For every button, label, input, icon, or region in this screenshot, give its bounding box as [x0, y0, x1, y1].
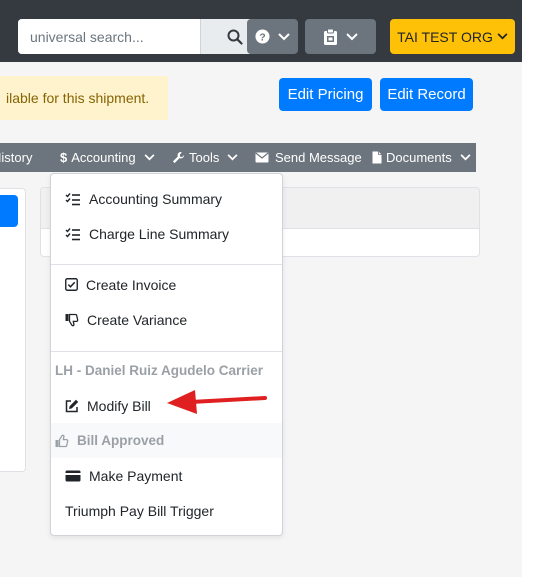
nav-documents[interactable]: Documents: [372, 143, 471, 172]
thumbs-up-icon: [55, 434, 69, 447]
clipboard-dropdown-button[interactable]: [305, 19, 376, 54]
credit-card-icon: [65, 470, 81, 481]
menu-accounting-summary[interactable]: Accounting Summary: [51, 181, 282, 216]
menu-carrier-header: LH - Daniel Ruiz Agudelo Carrier: [51, 353, 282, 388]
list-check-icon: [65, 227, 80, 240]
nav-tools-label: Tools: [189, 150, 220, 165]
menu-divider: [51, 264, 282, 265]
edit-icon: [65, 399, 79, 412]
envelope-icon: [255, 152, 269, 163]
nav-history-label: History: [0, 150, 33, 165]
menu-divider: [51, 351, 282, 352]
clipboard-icon: [324, 28, 337, 45]
menu-bill-approved-label: Bill Approved: [77, 433, 165, 448]
shipment-alert: ilable for this shipment.: [0, 76, 168, 120]
nav-send-message-label: Send Message: [275, 150, 362, 165]
accounting-dropdown-menu: Accounting Summary Charge Line Summary C…: [50, 173, 283, 536]
top-navbar: ? TAI TEST ORG: [0, 0, 522, 62]
left-card-button[interactable]: [0, 195, 18, 227]
menu-accounting-summary-label: Accounting Summary: [89, 190, 223, 207]
menu-modify-bill-label: Modify Bill: [87, 397, 151, 414]
menu-make-payment[interactable]: Make Payment: [51, 458, 282, 493]
nav-accounting-label: Accounting: [71, 150, 136, 165]
dollar-icon: $: [60, 150, 68, 165]
org-dropdown-button[interactable]: TAI TEST ORG: [390, 19, 515, 54]
org-label: TAI TEST ORG: [397, 28, 493, 45]
alert-text: ilable for this shipment.: [6, 90, 150, 106]
menu-carrier-header-label: LH - Daniel Ruiz Agudelo Carrier: [55, 363, 264, 378]
wrench-icon: [172, 151, 185, 164]
chevron-down-icon: [278, 32, 290, 40]
nav-history[interactable]: History: [0, 143, 32, 172]
menu-triumph-pay-bill-trigger[interactable]: Triumph Pay Bill Trigger: [51, 493, 282, 528]
record-navbar: History $ Accounting Tools Send Message: [0, 143, 476, 172]
menu-bill-approved: Bill Approved: [51, 423, 282, 458]
nav-tools[interactable]: Tools: [172, 143, 238, 172]
universal-search: [18, 19, 268, 54]
menu-create-variance[interactable]: Create Variance: [51, 302, 282, 337]
file-icon: [372, 151, 382, 164]
chevron-down-icon: [346, 32, 358, 40]
check-square-icon: [65, 278, 78, 291]
list-check-icon: [65, 192, 80, 205]
menu-create-variance-label: Create Variance: [87, 311, 188, 328]
nav-documents-label: Documents: [386, 150, 452, 165]
menu-create-invoice[interactable]: Create Invoice: [51, 267, 282, 302]
menu-make-payment-label: Make Payment: [89, 467, 183, 484]
menu-charge-line-summary-label: Charge Line Summary: [89, 225, 230, 242]
chevron-down-icon: [144, 154, 155, 161]
chevron-down-icon: [497, 33, 508, 40]
annotation-arrow-icon: [167, 390, 267, 414]
help-dropdown-button[interactable]: ?: [247, 19, 298, 54]
nav-send-message[interactable]: Send Message: [255, 143, 362, 172]
thumbs-down-icon: [65, 313, 79, 326]
menu-charge-line-summary[interactable]: Charge Line Summary: [51, 216, 282, 251]
search-icon: [227, 29, 243, 45]
left-card: [0, 188, 26, 472]
edit-record-button[interactable]: Edit Record: [380, 78, 473, 111]
nav-accounting[interactable]: $ Accounting: [60, 143, 155, 172]
edit-pricing-button[interactable]: Edit Pricing: [279, 78, 372, 111]
menu-create-invoice-label: Create Invoice: [86, 276, 177, 293]
edit-pricing-label: Edit Pricing: [287, 86, 364, 103]
edit-record-label: Edit Record: [387, 86, 466, 103]
search-input[interactable]: [18, 19, 200, 54]
menu-triumph-trigger-label: Triumph Pay Bill Trigger: [65, 502, 214, 519]
svg-text:?: ?: [259, 32, 265, 43]
chevron-down-icon: [227, 154, 238, 161]
question-circle-icon: ?: [255, 29, 270, 44]
chevron-down-icon: [460, 154, 471, 161]
